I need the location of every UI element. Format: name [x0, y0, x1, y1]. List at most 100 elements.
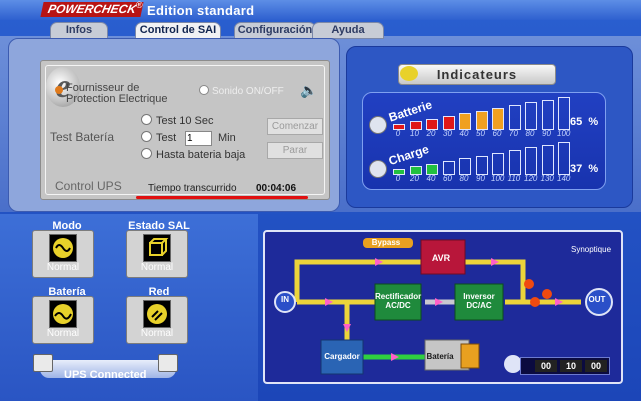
- indicator-badge-icon: [400, 66, 418, 81]
- elapsed-time-label: Tiempo transcurrido: [148, 183, 237, 194]
- charge-level-bar: [492, 152, 504, 175]
- battery-tick-label: 30: [443, 129, 452, 138]
- ups-device-icon: [158, 354, 178, 372]
- synoptique-label[interactable]: Synoptique: [571, 245, 611, 254]
- provider-text: Fournisseur de Protection Electrique: [66, 82, 168, 105]
- modo-status: Normal: [32, 230, 94, 278]
- battery-tick-label: 70: [509, 129, 518, 138]
- charge-tick-label: 130: [540, 174, 554, 183]
- battery-level-bar: [541, 99, 554, 130]
- battery-node-label: Batería: [426, 352, 454, 361]
- battery-level-bar: [492, 107, 504, 130]
- charge-percent: 37 %: [570, 163, 598, 175]
- battery-level-bar: [475, 110, 488, 130]
- option-label: Hasta bateria baja: [156, 149, 246, 161]
- radio-low-battery[interactable]: [141, 148, 152, 159]
- battery-percent: 65 %: [570, 116, 598, 128]
- battery-level-bar: [508, 105, 521, 130]
- elapsed-time-value: 00:04:06: [256, 183, 297, 194]
- timer-minutes: 10: [560, 360, 582, 372]
- bateria-state: Normal: [46, 328, 80, 339]
- avr-label: AVR: [431, 253, 451, 263]
- test-battery-heading: Test Batería: [50, 130, 115, 144]
- charge-level-bar: [475, 155, 488, 175]
- tab-infos[interactable]: Infos: [50, 22, 108, 39]
- option-test-10-sec[interactable]: Test 10 Sec: [141, 114, 213, 127]
- battery-percent-unit: %: [588, 116, 599, 128]
- cube-icon: [143, 234, 171, 262]
- minutes-label: Min: [218, 132, 236, 144]
- computer-icon: [33, 354, 53, 372]
- ui-monitor-window: POWERCHECK ® Edition standard Infos Cont…: [0, 0, 641, 401]
- charge-level-bar: [442, 160, 455, 175]
- ups-connected-status: UPS Connected: [64, 369, 147, 381]
- edition-title: Edition standard: [147, 3, 255, 18]
- stop-button[interactable]: Parar: [267, 142, 323, 159]
- battery-tick-label: 10: [410, 129, 419, 138]
- charge-tick-label: 100: [491, 174, 505, 183]
- option-label: Test: [156, 132, 177, 144]
- charge-level-bar: [525, 147, 537, 175]
- output-node: OUT: [588, 295, 606, 304]
- control-ups-label: Control UPS: [55, 179, 122, 193]
- sound-toggle[interactable]: Sonido ON/OFF: [199, 85, 284, 97]
- radio-test-minutes[interactable]: [141, 131, 152, 142]
- timer-display: 00 10 00: [520, 357, 610, 375]
- indicators-title: Indicateurs: [398, 64, 556, 85]
- option-label: Test 10 Sec: [156, 115, 214, 127]
- brand-logo: POWERCHECK: [40, 2, 144, 17]
- battery-tick-label: 40: [459, 129, 469, 138]
- battery-tick-label: 100: [557, 129, 571, 138]
- estado-state: Normal: [140, 262, 174, 273]
- battery-tick-label: 50: [476, 129, 485, 138]
- charge-level-bar: [558, 142, 570, 175]
- charge-indicator-icon: [369, 160, 387, 178]
- charge-percent-value: 37: [570, 163, 583, 175]
- plug-icon: [143, 300, 171, 328]
- battery-wave-icon: [49, 300, 77, 328]
- sound-radio[interactable]: [199, 85, 209, 95]
- start-button[interactable]: Comenzar: [267, 118, 323, 135]
- charge-tick-label: 60: [443, 174, 452, 183]
- battery-level-bar: [459, 113, 471, 130]
- tab-configuracion[interactable]: Configuración: [234, 22, 316, 39]
- provider-bullet-icon: [55, 86, 63, 94]
- charge-level-bar: [459, 158, 471, 175]
- charge-percent-unit: %: [588, 163, 599, 175]
- charge-tick-label: 0: [395, 174, 401, 183]
- timer-hours: 00: [535, 360, 557, 372]
- battery-level-bar: [558, 97, 570, 130]
- sound-label: Sonido ON/OFF: [212, 86, 284, 97]
- option-test-minutes[interactable]: Test: [141, 131, 176, 144]
- tab-ayuda[interactable]: Ayuda: [312, 22, 384, 39]
- charge-tick-label: 90: [476, 174, 485, 183]
- registered-mark: ®: [136, 0, 143, 10]
- charge-tick-label: 110: [507, 174, 521, 183]
- battery-level-bar: [442, 115, 455, 130]
- estado-status: Normal: [126, 230, 188, 278]
- battery-tick-label: 90: [542, 129, 551, 138]
- battery-tick-label: 0: [395, 129, 401, 138]
- battery-tick-label: 20: [426, 129, 436, 138]
- timer-seconds: 00: [585, 360, 607, 372]
- charge-tick-label: 120: [524, 174, 538, 183]
- modo-state: Normal: [46, 262, 80, 273]
- minutes-input[interactable]: 1: [185, 131, 212, 146]
- charge-tick-label: 80: [459, 174, 469, 183]
- option-until-low-battery[interactable]: Hasta bateria baja: [141, 148, 245, 161]
- radio-test-10[interactable]: [141, 114, 152, 125]
- bypass-label: Bypass: [371, 238, 401, 247]
- battery-tick-label: 60: [492, 129, 502, 138]
- battery-indicator-icon: [369, 116, 387, 134]
- ac-wave-icon: [49, 234, 77, 262]
- charger-label: Cargador: [324, 352, 360, 361]
- red-state: Normal: [140, 328, 174, 339]
- rectifier-label: Rectificador AC/DC: [375, 292, 422, 310]
- battery-percent-value: 65: [570, 116, 583, 128]
- speaker-icon[interactable]: 🔈: [300, 82, 317, 99]
- tab-control-sai[interactable]: Control de SAI: [135, 22, 221, 39]
- red-status: Normal: [126, 296, 188, 344]
- charge-level-bar: [541, 144, 554, 175]
- bateria-status: Normal: [32, 296, 94, 344]
- elapsed-underline: [136, 196, 308, 199]
